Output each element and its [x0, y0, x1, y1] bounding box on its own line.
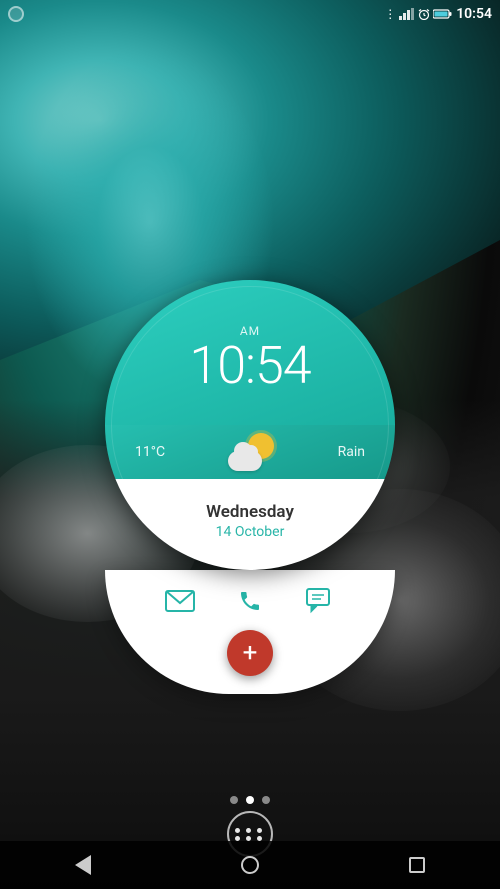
messages-icon	[306, 588, 334, 614]
home-button[interactable]	[230, 845, 270, 885]
status-time: 10:54	[456, 6, 492, 22]
date-month: October	[235, 524, 284, 540]
weather-icon	[228, 433, 274, 471]
circle-widget[interactable]: AM 10:54 11°C Rain Wednesday 14 October	[105, 280, 395, 570]
page-dot-3[interactable]	[262, 796, 270, 804]
home-icon	[241, 856, 259, 874]
clock-top-section: AM 10:54	[105, 280, 395, 425]
status-bar: ⋮ 10:54	[0, 0, 500, 28]
status-left	[8, 6, 24, 22]
mail-icon	[165, 590, 195, 612]
day-name: Wednesday	[206, 502, 294, 522]
date-number: 14	[216, 524, 232, 540]
drawer-dot	[257, 828, 262, 833]
page-indicators	[230, 796, 270, 804]
phone-icon	[238, 589, 262, 613]
fab-button[interactable]: +	[227, 630, 273, 676]
recents-button[interactable]	[397, 845, 437, 885]
clock-widget[interactable]: AM 10:54 11°C Rain Wednesday 14 October	[105, 280, 395, 694]
signal-icon	[399, 8, 415, 20]
drawer-dot	[246, 828, 251, 833]
clock-time: 10:54	[189, 340, 310, 392]
alarm-icon	[418, 8, 430, 20]
drawer-dot	[246, 836, 251, 841]
drawer-dot	[235, 828, 240, 833]
drawer-dot	[257, 836, 262, 841]
messages-button[interactable]	[301, 582, 339, 620]
drawer-dot	[235, 836, 240, 841]
temperature-label: 11°C	[135, 444, 165, 460]
cloud-icon	[228, 451, 262, 471]
page-dot-1[interactable]	[230, 796, 238, 804]
widget-bottom: +	[105, 570, 395, 694]
battery-icon	[433, 8, 453, 20]
recents-icon	[409, 857, 425, 873]
date-label: 14 October	[216, 524, 285, 540]
drawer-dots-grid	[235, 828, 265, 841]
fab-label: +	[243, 640, 258, 666]
mail-button[interactable]	[161, 582, 199, 620]
date-section: Wednesday 14 October	[105, 479, 395, 570]
page-dot-2[interactable]	[246, 796, 254, 804]
back-icon	[75, 855, 91, 875]
bluetooth-icon: ⋮	[384, 7, 396, 21]
navigation-bar	[0, 841, 500, 889]
phone-button[interactable]	[231, 582, 269, 620]
weather-condition-label: Rain	[338, 444, 365, 460]
status-right: ⋮ 10:54	[384, 6, 492, 22]
weather-section: 11°C Rain	[105, 425, 395, 479]
notification-icon	[8, 6, 24, 22]
back-button[interactable]	[63, 845, 103, 885]
quick-actions-row	[105, 570, 395, 624]
